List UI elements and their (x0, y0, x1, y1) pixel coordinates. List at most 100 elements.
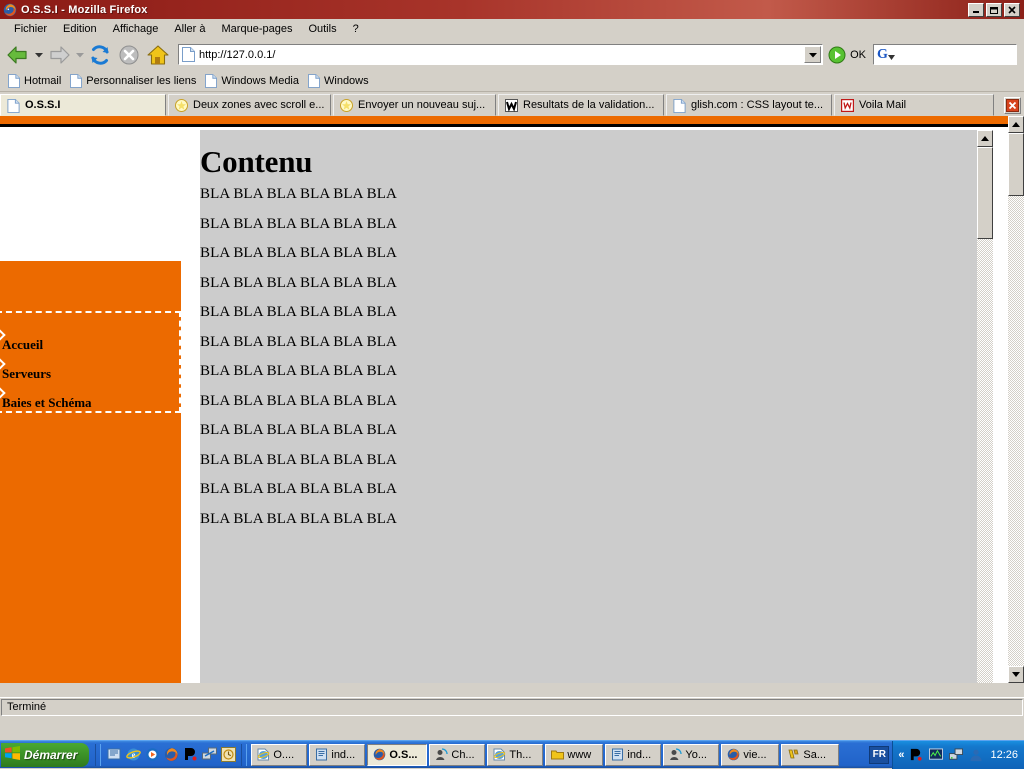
task-button-sa[interactable]: Sa... (781, 744, 839, 766)
back-history-dropdown-icon[interactable] (33, 42, 44, 68)
start-button[interactable]: Démarrer (1, 743, 89, 767)
google-logo-icon[interactable]: G (877, 48, 888, 62)
stop-icon[interactable] (115, 42, 143, 68)
realplayer-tray-icon[interactable] (908, 747, 924, 763)
windows-logo-icon (5, 746, 20, 763)
task-button-yo[interactable]: Yo... (663, 744, 719, 766)
bookmark-label: Windows Media (221, 75, 299, 87)
monitor-tray-icon[interactable] (928, 747, 944, 763)
network-tray-icon[interactable] (948, 747, 964, 763)
task-button-www[interactable]: www (545, 744, 603, 766)
minimize-button[interactable] (968, 3, 984, 17)
tab-deux-zones[interactable]: Deux zones avec scroll e... (168, 94, 331, 116)
sidebar-item-accueil[interactable]: Accueil (2, 337, 43, 353)
show-desktop-icon[interactable] (106, 747, 122, 763)
network-icon[interactable] (201, 747, 217, 763)
window-titlebar[interactable]: O.S.S.I - Mozilla Firefox (0, 0, 1024, 19)
forward-history-dropdown-icon[interactable] (74, 42, 85, 68)
menu-edition[interactable]: Edition (55, 21, 105, 37)
content-scrollbar-thumb[interactable] (977, 147, 993, 239)
close-button[interactable] (1004, 3, 1020, 17)
content-paragraph: BLA BLA BLA BLA BLA BLA (200, 186, 993, 203)
content-paragraph: BLA BLA BLA BLA BLA BLA (200, 275, 993, 292)
forward-arrow-icon[interactable] (45, 42, 73, 68)
firefox-icon (3, 3, 17, 17)
realplayer-icon[interactable] (182, 747, 198, 763)
page-title: Contenu (200, 144, 993, 180)
taskbar-separator (95, 744, 101, 766)
home-icon[interactable] (144, 42, 172, 68)
browser-vertical-scrollbar[interactable] (1008, 116, 1024, 683)
media-player-icon[interactable] (144, 747, 160, 763)
bookmark-hotmail[interactable]: Hotmail (6, 73, 68, 89)
scroll-down-button[interactable] (1008, 666, 1024, 683)
task-button-o[interactable]: O.... (251, 744, 307, 766)
task-button-label: ind... (627, 749, 651, 761)
site-sidebar: Accueil Serveurs Baies et Schéma (0, 261, 181, 683)
folder-icon (550, 748, 564, 762)
back-arrow-icon[interactable] (4, 42, 32, 68)
menu-aide[interactable]: ? (345, 21, 367, 37)
content-scrollbar[interactable] (977, 130, 993, 683)
scroll-up-button[interactable] (1008, 116, 1024, 133)
go-button-label[interactable]: OK (850, 49, 866, 61)
menu-affichage[interactable]: Affichage (105, 21, 167, 37)
page-icon (70, 74, 82, 88)
tab-bar: O.S.S.I Deux zones avec scroll e... Envo… (0, 92, 1024, 116)
menu-outils[interactable]: Outils (300, 21, 344, 37)
tab-resultats-validation[interactable]: Resultats de la validation... (498, 94, 664, 116)
tab-voila-mail[interactable]: Voila Mail (834, 94, 994, 116)
search-engine-dropdown-icon[interactable] (888, 55, 895, 62)
tray-expand-icon[interactable]: « (898, 749, 904, 761)
content-paragraph: BLA BLA BLA BLA BLA BLA (200, 245, 993, 262)
triangle-down-icon (1012, 672, 1020, 677)
internet-explorer-icon[interactable]: e (125, 747, 141, 763)
bookmarks-toolbar: Hotmail Personnaliser les liens Windows … (0, 70, 1024, 92)
url-dropdown-button[interactable] (804, 46, 821, 63)
browser-scrollbar-thumb[interactable] (1008, 133, 1024, 196)
content-paragraph: BLA BLA BLA BLA BLA BLA (200, 511, 993, 528)
task-button-ind-1[interactable]: ind... (309, 744, 365, 766)
menu-marque-pages[interactable]: Marque-pages (214, 21, 301, 37)
page-icon (673, 99, 686, 112)
go-button[interactable] (827, 45, 847, 65)
task-button-th[interactable]: Th... (487, 744, 543, 766)
search-input[interactable]: G (873, 44, 1017, 65)
task-button-ossi[interactable]: O.S... (367, 744, 427, 766)
firefox-icon[interactable] (163, 747, 179, 763)
task-button-vie[interactable]: vie... (721, 744, 779, 766)
menu-aller-a[interactable]: Aller à (166, 21, 213, 37)
sidebar-item-baies-et-schema[interactable]: Baies et Schéma (2, 395, 92, 411)
content-inner: Contenu BLA BLA BLA BLA BLA BLA BLA BLA … (200, 130, 993, 528)
tab-glish-css-layout[interactable]: glish.com : CSS layout te... (666, 94, 832, 116)
task-button-ind-2[interactable]: ind... (605, 744, 661, 766)
taskbar: Démarrer e (0, 740, 1024, 768)
winamp-icon (786, 748, 800, 762)
restore-button[interactable] (986, 3, 1002, 17)
bookmark-label: Hotmail (24, 75, 61, 87)
bookmark-windows[interactable]: Windows (306, 73, 376, 89)
task-button-ch[interactable]: Ch... (429, 744, 485, 766)
task-button-label: Yo... (685, 749, 707, 761)
netmeeting-icon (434, 748, 448, 762)
bookmark-personnaliser-les-liens[interactable]: Personnaliser les liens (68, 73, 203, 89)
tab-envoyer-nouveau-sujet[interactable]: Envoyer un nouveau suj... (333, 94, 496, 116)
menu-fichier[interactable]: Fichier (6, 21, 55, 37)
content-paragraph: BLA BLA BLA BLA BLA BLA (200, 422, 993, 439)
tab-ossi[interactable]: O.S.S.I (0, 94, 166, 116)
quick-launch-bar: e (103, 747, 239, 763)
language-indicator[interactable]: FR (869, 746, 889, 764)
tab-label: glish.com : CSS layout te... (691, 99, 823, 111)
close-tab-button[interactable] (1004, 97, 1021, 114)
bookmark-windows-media[interactable]: Windows Media (203, 73, 306, 89)
url-input[interactable]: http://127.0.0.1/ (199, 49, 804, 61)
clock-app-icon[interactable] (220, 747, 236, 763)
content-scroll-up-button[interactable] (977, 130, 993, 147)
page-icon (7, 99, 20, 112)
sidebar-item-serveurs[interactable]: Serveurs (2, 366, 51, 382)
user-tray-icon[interactable] (968, 747, 984, 763)
taskbar-clock[interactable]: 12:26 (990, 749, 1018, 761)
reload-icon[interactable] (86, 42, 114, 68)
content-paragraph: BLA BLA BLA BLA BLA BLA (200, 481, 993, 498)
url-bar[interactable]: http://127.0.0.1/ (178, 44, 823, 65)
